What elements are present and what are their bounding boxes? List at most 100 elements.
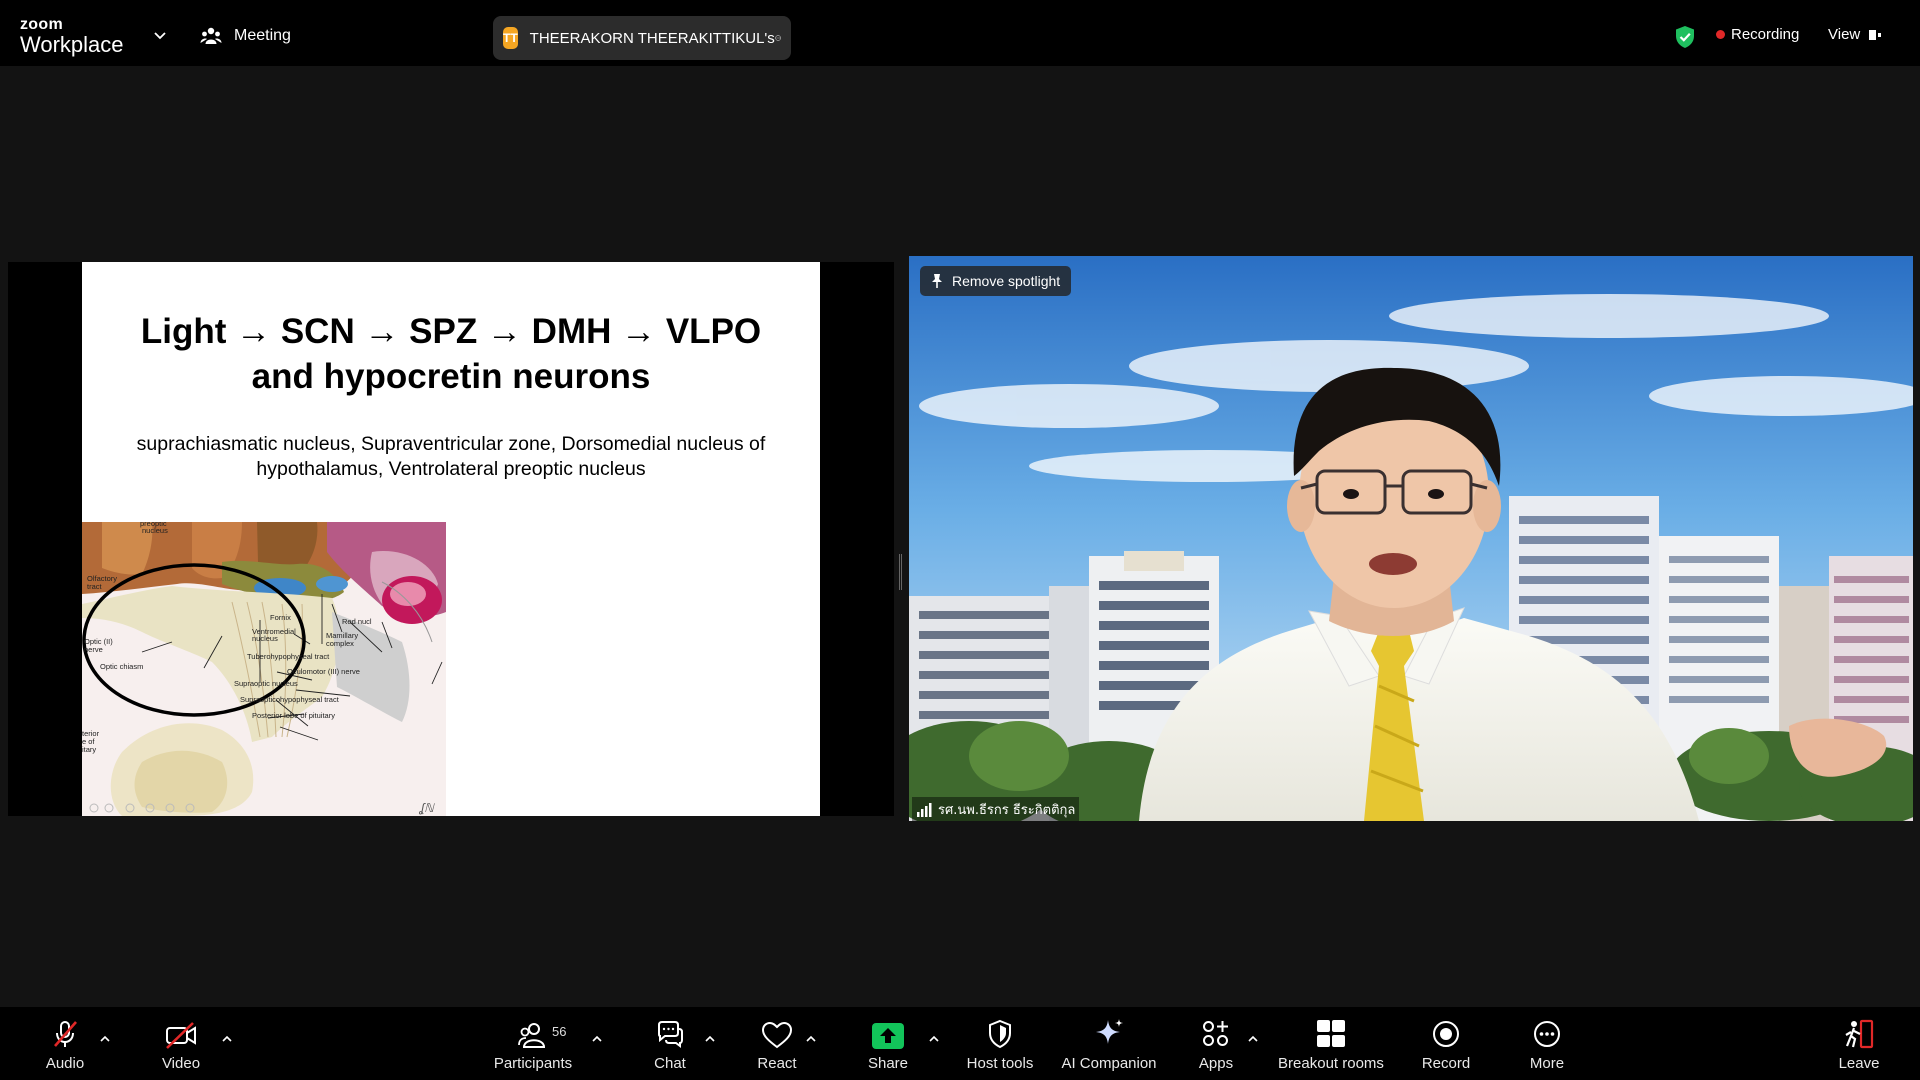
react-options-caret-icon[interactable]	[805, 1035, 817, 1043]
view-layout-icon	[1869, 29, 1882, 40]
signal-strength-icon	[917, 802, 932, 817]
apps-button[interactable]: Apps	[1196, 1007, 1236, 1080]
label-tract: tract	[87, 582, 103, 591]
participants-options-caret-icon[interactable]	[591, 1035, 603, 1043]
meeting-info-button[interactable]: Meeting	[200, 26, 291, 46]
share-screen-icon	[872, 1023, 904, 1049]
artist-signature: ʆℕ	[418, 801, 435, 815]
label-oculomotor: Oculomotor (III) nerve	[287, 667, 360, 676]
label-nucleus-top: nucleus	[142, 526, 168, 535]
meeting-label: Meeting	[234, 27, 291, 44]
label-optic-nerve-2: nerve	[84, 645, 103, 654]
slide-title-line-1: Light → SCN → SPZ → DMH → VLPO	[140, 312, 762, 351]
slide-subtitle-line-1: suprachiasmatic nucleus, Supraventricula…	[136, 433, 766, 455]
react-button[interactable]: React	[755, 1007, 799, 1080]
remove-spotlight-label: Remove spotlight	[952, 273, 1061, 289]
chat-label: Chat	[654, 1055, 686, 1072]
logo-workplace-text: Workplace	[20, 32, 124, 57]
chat-icon	[658, 1021, 683, 1048]
record-label: Record	[1421, 1055, 1471, 1072]
video-button[interactable]: Video	[156, 1007, 206, 1080]
more-label: More	[1529, 1055, 1565, 1072]
slide-title-line-2: and hypocretin neurons	[251, 357, 651, 396]
audio-options-caret-icon[interactable]	[99, 1035, 111, 1043]
microphone-muted-icon	[54, 1021, 77, 1047]
label-tuberohypophyseal: Tuberohypophyseal tract	[247, 652, 330, 661]
zoom-workplace-logo: zoom Workplace	[20, 17, 124, 56]
view-label: View	[1828, 26, 1861, 43]
share-options-caret-icon[interactable]	[928, 1035, 940, 1043]
audio-button[interactable]: Audio	[40, 1007, 90, 1080]
apps-options-caret-icon[interactable]	[1247, 1035, 1259, 1043]
participants-count-badge: 56	[552, 1024, 567, 1039]
share-button[interactable]: Share	[865, 1007, 911, 1080]
label-anterior-3: itary	[82, 745, 96, 754]
speaker-video-frame	[909, 256, 1913, 821]
heart-icon	[761, 1021, 793, 1049]
video-label: Video	[161, 1055, 201, 1072]
ai-companion-label: AI Companion	[1061, 1055, 1157, 1072]
share-label: Share	[867, 1055, 909, 1072]
ai-companion-button[interactable]: AI Companion	[1057, 1007, 1161, 1080]
security-shield-icon[interactable]	[1674, 25, 1696, 49]
meeting-people-icon	[200, 27, 222, 44]
more-dots-icon	[1534, 1021, 1560, 1047]
meeting-toolbar: Audio Video 56 Participants Chat React S…	[0, 1007, 1920, 1080]
chat-button[interactable]: Chat	[650, 1007, 690, 1080]
participants-label: Participants	[493, 1055, 573, 1072]
label-supraopticohypophyseal: Supraopticohypophyseal tract	[240, 695, 340, 704]
apps-label: Apps	[1198, 1055, 1234, 1072]
react-label: React	[757, 1055, 797, 1072]
slide-subtitle: suprachiasmatic nucleus, Supraventricula…	[112, 432, 790, 482]
audio-label: Audio	[45, 1055, 85, 1072]
pin-icon	[932, 274, 942, 288]
video-options-caret-icon[interactable]	[221, 1035, 233, 1043]
anatomy-figure: preoptic nucleus Olfactory tract Fornix …	[82, 522, 446, 816]
label-supraoptic: Supraoptic nucleus	[234, 679, 298, 688]
breakout-rooms-label: Breakout rooms	[1278, 1055, 1384, 1072]
recording-indicator[interactable]: Recording	[1716, 26, 1799, 43]
label-fornix: Fornix	[270, 613, 291, 622]
chevron-down-icon[interactable]	[152, 30, 168, 42]
sharer-name: THEERAKORN THEERAKITTIKUL's	[529, 29, 775, 47]
camera-off-icon	[166, 1022, 196, 1049]
leave-button[interactable]: Leave	[1834, 1007, 1884, 1080]
sharer-avatar: TT	[503, 27, 518, 49]
more-button[interactable]: More	[1526, 1007, 1568, 1080]
recording-dot-icon	[1716, 30, 1725, 39]
participant-name: รศ.นพ.ธีรกร ธีระกิตติกุล	[938, 803, 1076, 818]
presentation-slide: Light → SCN → SPZ → DMH → VLPO and hypoc…	[82, 262, 820, 816]
hypothalamus-anatomy-illustration: preoptic nucleus Olfactory tract Fornix …	[82, 522, 446, 816]
record-button[interactable]: Record	[1418, 1007, 1474, 1080]
ai-sparkle-icon	[1096, 1019, 1123, 1044]
recording-label: Recording	[1731, 26, 1800, 43]
shared-screen[interactable]: Light → SCN → SPZ → DMH → VLPO and hypoc…	[8, 262, 894, 816]
leave-label: Leave	[1838, 1055, 1880, 1072]
more-options-icon[interactable]	[775, 27, 781, 49]
view-button[interactable]: View	[1828, 26, 1882, 43]
slide-title: Light → SCN → SPZ → DMH → VLPO and hypoc…	[82, 309, 820, 399]
remove-spotlight-button[interactable]: Remove spotlight	[920, 266, 1072, 296]
host-tools-button[interactable]: Host tools	[962, 1007, 1038, 1080]
label-posterior-lobe: Posterior lobe of pituitary	[252, 711, 335, 720]
participants-button[interactable]: 56 Participants	[488, 1007, 578, 1080]
resize-handle[interactable]	[899, 554, 902, 590]
logo-zoom-text: zoom	[20, 16, 63, 33]
breakout-rooms-button[interactable]: Breakout rooms	[1274, 1007, 1388, 1080]
chat-options-caret-icon[interactable]	[704, 1035, 716, 1043]
label-optic-chiasm: Optic chiasm	[100, 662, 143, 671]
label-complex: complex	[326, 639, 354, 648]
host-shield-icon	[989, 1019, 1011, 1049]
label-red-nucleus: Red nucl	[342, 617, 372, 626]
label-ventromedial-2: nucleus	[252, 634, 278, 643]
participant-name-tag: รศ.นพ.ธีรกร ธีระกิตติกุล	[912, 797, 1080, 821]
speaker-video[interactable]: Remove spotlight รศ.นพ.ธีรกร ธีระกิตติกุ…	[909, 256, 1913, 821]
record-icon	[1433, 1021, 1459, 1047]
leave-exit-icon	[1845, 1019, 1874, 1049]
screen-share-indicator[interactable]: TT THEERAKORN THEERAKITTIKUL's	[493, 16, 791, 60]
participants-icon	[518, 1023, 546, 1048]
breakout-rooms-icon	[1317, 1020, 1345, 1047]
slide-subtitle-line-2: hypothalamus, Ventrolateral preoptic nuc…	[256, 458, 646, 480]
host-tools-label: Host tools	[966, 1055, 1034, 1072]
top-bar: zoom Workplace Meeting TT THEERAKORN THE…	[0, 0, 1920, 66]
